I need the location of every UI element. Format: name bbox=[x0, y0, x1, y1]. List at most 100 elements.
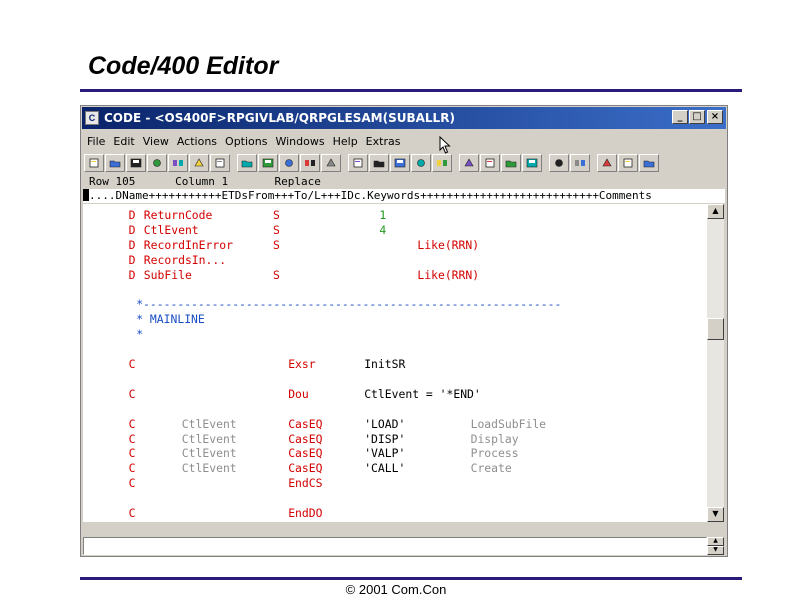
code-opcode: CasEQ bbox=[288, 431, 323, 446]
toolbar-button-save[interactable] bbox=[126, 154, 146, 172]
command-line-input[interactable] bbox=[83, 537, 707, 555]
code-line[interactable]: C CtlEvent CasEQ 'LOAD' LoadSubFile bbox=[83, 417, 703, 432]
format-ruler: ....DName+++++++++++ETDsFrom+++To/L+++ID… bbox=[83, 189, 725, 203]
code-line[interactable]: D RecordsIn... bbox=[83, 253, 703, 268]
scroll-down-button[interactable]: ▼ bbox=[707, 507, 724, 522]
toolbar-button-undo[interactable] bbox=[237, 154, 257, 172]
menu-edit[interactable]: Edit bbox=[109, 133, 138, 151]
toolbar-button-copy[interactable] bbox=[189, 154, 209, 172]
code-line[interactable]: D CtlEvent S 4 bbox=[83, 223, 703, 238]
code-editor[interactable]: D ReturnCode S 1 D CtlEvent S 4 D RecordInError S L… bbox=[83, 204, 707, 522]
command-line-scroll[interactable]: ▲ ▼ bbox=[707, 537, 724, 555]
toolbar-button-new-file[interactable] bbox=[84, 154, 104, 172]
code-type: S bbox=[273, 267, 280, 282]
stop-icon bbox=[464, 158, 474, 167]
copy-icon bbox=[194, 158, 204, 167]
code-line[interactable]: * MAINLINE bbox=[83, 312, 703, 327]
code-line[interactable]: C CtlEvent CasEQ 'VALP' Process bbox=[83, 446, 703, 461]
toolbar-button-paste[interactable] bbox=[210, 154, 230, 172]
close-button[interactable]: × bbox=[707, 110, 723, 124]
toolbar-button-export[interactable] bbox=[501, 154, 521, 172]
code-line[interactable]: C CtlEvent CasEQ 'CALL' Create bbox=[83, 461, 703, 476]
find-icon bbox=[305, 160, 315, 166]
code-name: SubFile bbox=[143, 267, 192, 282]
menu-options[interactable]: Options bbox=[221, 133, 271, 151]
minimize-button[interactable]: _ bbox=[672, 110, 688, 124]
toolbar-button-play[interactable] bbox=[522, 154, 542, 172]
maximize-button[interactable]: □ bbox=[689, 110, 705, 124]
code-opcode: CasEQ bbox=[288, 446, 323, 461]
toolbar-button-font[interactable] bbox=[549, 154, 569, 172]
toolbar-button-print[interactable] bbox=[147, 154, 167, 172]
code-length: 4 bbox=[379, 222, 387, 237]
save-icon bbox=[130, 158, 142, 168]
toolbar-button-cut[interactable] bbox=[168, 154, 188, 172]
arrow-down-icon: ▼ bbox=[712, 509, 719, 518]
code-opcode: CasEQ bbox=[288, 461, 323, 476]
compile-icon bbox=[373, 160, 385, 168]
menu-actions[interactable]: Actions bbox=[173, 133, 221, 151]
code-line[interactable]: C CtlEvent CasEQ 'DISP' Display bbox=[83, 432, 703, 447]
toolbar-button-compile[interactable] bbox=[369, 154, 389, 172]
footer-text: © 2001 Com.Con bbox=[345, 582, 447, 597]
menu-extras[interactable]: Extras bbox=[362, 133, 405, 151]
toolbar-button-redo[interactable] bbox=[258, 154, 278, 172]
vertical-scrollbar[interactable]: ▲ ▼ bbox=[707, 204, 724, 522]
toolbar-button-ruler[interactable] bbox=[321, 154, 341, 172]
code-opcode: EndCS bbox=[288, 476, 323, 491]
code-line[interactable]: *---------------------------------------… bbox=[83, 297, 703, 312]
menu-windows[interactable]: Windows bbox=[271, 133, 328, 151]
code-spec: C bbox=[128, 357, 136, 371]
command-scroll-up-button[interactable]: ▲ bbox=[707, 537, 724, 546]
code-name: RecordsIn... bbox=[143, 252, 227, 267]
code-line[interactable]: D RecordInError S Like(RRN) bbox=[83, 238, 703, 253]
toolbar-button-layout[interactable] bbox=[597, 154, 617, 172]
command-scroll-down-button[interactable]: ▼ bbox=[707, 546, 724, 555]
code400-editor-window: C CODE - <OS400F>RPGIVLAB/QRPGLESAM(SUBA… bbox=[80, 105, 728, 557]
toolbar-button-select[interactable] bbox=[279, 154, 299, 172]
code-line[interactable]: C EndDO bbox=[83, 506, 703, 521]
scroll-up-button[interactable]: ▲ bbox=[707, 204, 724, 219]
menu-view[interactable]: View bbox=[139, 133, 173, 151]
scrollbar-thumb[interactable] bbox=[707, 318, 724, 340]
toolbar-button-tile[interactable] bbox=[639, 154, 659, 172]
code-spec: D bbox=[128, 237, 136, 252]
toolbar-button-debug[interactable] bbox=[390, 154, 410, 172]
debug-icon bbox=[394, 158, 406, 168]
toolbar-button-help[interactable] bbox=[432, 154, 452, 172]
code-line[interactable]: D SubFile S Like(RRN) bbox=[83, 268, 703, 283]
title-rule bbox=[80, 89, 742, 92]
code-line[interactable]: D ReturnCode S 1 bbox=[83, 208, 703, 223]
menu-file[interactable]: File bbox=[83, 133, 109, 151]
menu-help[interactable]: Help bbox=[329, 133, 362, 151]
window-title-bar[interactable]: C CODE - <OS400F>RPGIVLAB/QRPGLESAM(SUBA… bbox=[82, 107, 726, 129]
toolbar-button-open-folder[interactable] bbox=[105, 154, 125, 172]
toolbar-button-build[interactable] bbox=[411, 154, 431, 172]
code-opcode: Exsr bbox=[288, 357, 316, 371]
toolbar-button-find[interactable] bbox=[300, 154, 320, 172]
slide-title: Code/400 Editor bbox=[88, 52, 279, 80]
app-icon[interactable]: C bbox=[85, 111, 99, 125]
code-name: RecordInError bbox=[143, 237, 233, 252]
maximize-icon: □ bbox=[692, 111, 702, 122]
code-line[interactable]: * bbox=[83, 327, 703, 342]
edit-mode: Replace bbox=[274, 175, 321, 188]
toolbar-button-format[interactable] bbox=[570, 154, 590, 172]
code-line[interactable]: C EndCS bbox=[83, 476, 703, 491]
code-comment: * MAINLINE bbox=[136, 312, 205, 327]
ruler-icon bbox=[326, 158, 336, 167]
split-icon bbox=[623, 158, 633, 168]
toolbar bbox=[84, 152, 724, 174]
code-opcode: Dou bbox=[288, 386, 309, 401]
ruler-text: ....DName+++++++++++ETDsFrom+++To/L+++ID… bbox=[89, 189, 652, 202]
code-factor2: 'DISP' bbox=[364, 431, 406, 446]
code-line[interactable]: C Exsr InitSR bbox=[83, 357, 703, 372]
toolbar-button-split[interactable] bbox=[618, 154, 638, 172]
column-value: 1 bbox=[221, 175, 229, 188]
arrow-up-icon: ▲ bbox=[713, 537, 718, 544]
toolbar-button-grid[interactable] bbox=[480, 154, 500, 172]
code-line[interactable]: C Dou CtlEvent = '*END' bbox=[83, 387, 703, 402]
toolbar-button-run[interactable] bbox=[348, 154, 368, 172]
code-factor2: CtlEvent = '*END' bbox=[364, 386, 481, 401]
toolbar-button-stop[interactable] bbox=[459, 154, 479, 172]
